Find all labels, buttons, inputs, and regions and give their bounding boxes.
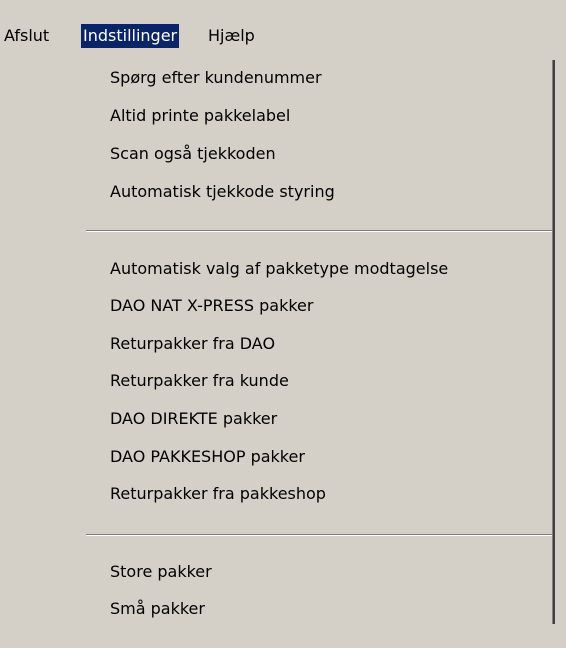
menu-item-returpakker-kunde[interactable]: Returpakker fra kunde — [110, 368, 289, 394]
menu-item-altid-printe-pakkelabel[interactable]: Altid printe pakkelabel — [110, 103, 290, 129]
menu-separator — [86, 534, 552, 536]
menu-item-automatisk-pakketype[interactable]: Automatisk valg af pakketype modtagelse — [110, 256, 448, 282]
menu-item-store-pakker[interactable]: Store pakker — [110, 559, 212, 585]
menu-item-smaa-pakker[interactable]: Små pakker — [110, 596, 205, 622]
menu-hjaelp[interactable]: Hjælp — [206, 24, 257, 48]
dropdown-border-shadow — [553, 60, 555, 624]
menu-item-automatisk-tjekkode[interactable]: Automatisk tjekkode styring — [110, 179, 335, 205]
menu-item-dao-nat-xpress[interactable]: DAO NAT X-PRESS pakker — [110, 293, 313, 319]
menu-separator — [86, 230, 552, 232]
menu-item-dao-direkte[interactable]: DAO DIREKTE pakker — [110, 406, 277, 432]
menu-item-scan-tjekkoden[interactable]: Scan også tjekkoden — [110, 141, 276, 167]
menu-indstillinger[interactable]: Indstillinger — [81, 24, 180, 48]
menu-item-returpakker-pakkeshop[interactable]: Returpakker fra pakkeshop — [110, 481, 326, 507]
menu-item-dao-pakkeshop[interactable]: DAO PAKKESHOP pakker — [110, 444, 305, 470]
menu-item-returpakker-dao[interactable]: Returpakker fra DAO — [110, 331, 275, 357]
menu-item-spoerg-kundenummer[interactable]: Spørg efter kundenummer — [110, 65, 322, 91]
menu-afslut[interactable]: Afslut — [2, 24, 51, 48]
